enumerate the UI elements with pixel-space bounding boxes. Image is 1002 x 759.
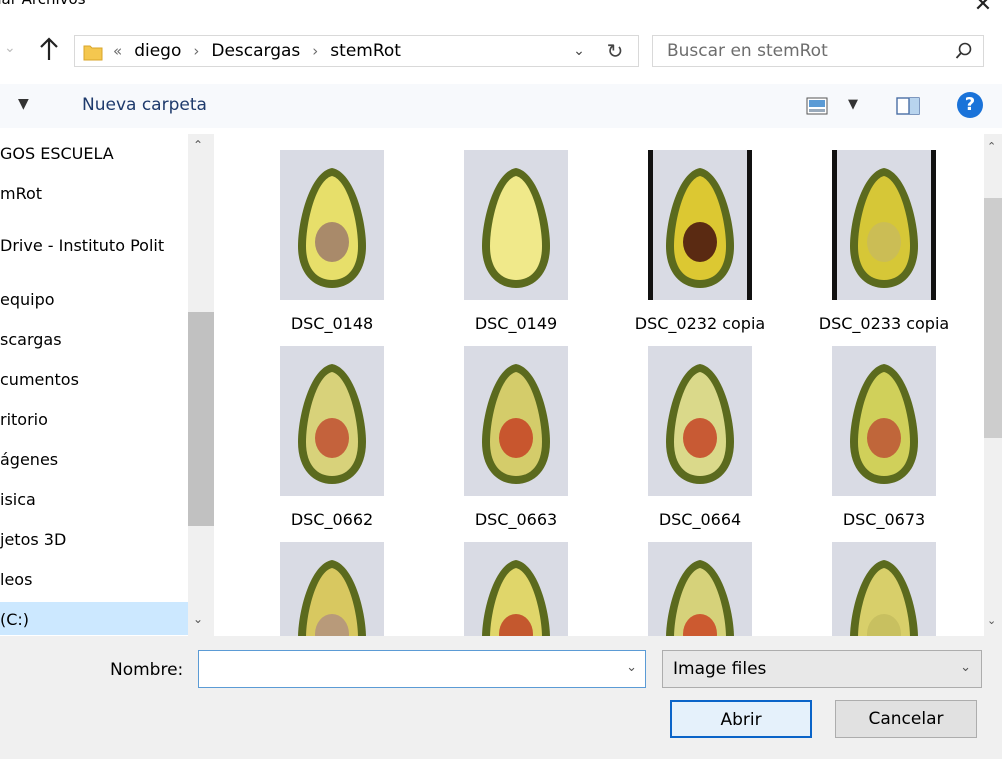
file-tile[interactable]: DSC_0663	[418, 330, 602, 529]
file-tile[interactable]	[234, 526, 418, 636]
file-name-input[interactable]: ⌄	[198, 650, 646, 688]
title-bar: nar Archivos ✕	[0, 0, 1002, 26]
sidebar-item[interactable]: ágenes	[0, 450, 58, 469]
breadcrumb-item-descargas[interactable]: Descargas	[211, 41, 300, 61]
command-toolbar: ▼ Nueva carpeta ▼ ?	[0, 84, 1002, 128]
close-icon[interactable]: ✕	[970, 0, 996, 18]
folder-icon	[83, 45, 103, 61]
file-thumbnail-image	[648, 346, 752, 496]
sidebar-item[interactable]: leos	[0, 570, 32, 589]
cancel-button[interactable]: Cancelar	[835, 700, 977, 738]
address-dropdown-icon[interactable]: ⌄	[567, 40, 591, 62]
window-title: nar Archivos	[0, 0, 86, 8]
breadcrumb-item-stemrot[interactable]: stemRot	[330, 41, 401, 61]
file-tile[interactable]	[418, 526, 602, 636]
breadcrumb-separator-icon[interactable]: ›	[312, 42, 318, 60]
scroll-down-icon[interactable]: ⌄	[193, 612, 203, 626]
sidebar-item[interactable]: ritorio	[0, 410, 48, 429]
forward-chevron-icon[interactable]: ⌄	[4, 40, 16, 56]
file-tile[interactable]: DSC_0673	[786, 330, 970, 529]
new-folder-button[interactable]: Nueva carpeta	[82, 95, 207, 115]
sidebar-item[interactable]: Drive - Instituto Polit	[0, 236, 164, 255]
file-thumbnail-image	[832, 150, 936, 300]
dialog-footer: Nombre: ⌄ Image files ⌄ Abrir Cancelar	[0, 636, 1002, 759]
file-tile[interactable]: DSC_0233 copia	[786, 134, 970, 333]
file-tile[interactable]: DSC_0232 copia	[602, 134, 786, 333]
sidebar-item[interactable]: cumentos	[0, 370, 79, 389]
file-thumbnail-image	[648, 542, 752, 636]
sidebar-item[interactable]: jetos 3D	[0, 530, 66, 549]
file-thumbnail-image	[280, 346, 384, 496]
up-arrow-icon[interactable]	[38, 36, 60, 62]
open-button[interactable]: Abrir	[670, 700, 812, 738]
refresh-icon[interactable]: ↻	[603, 38, 627, 64]
help-icon[interactable]: ?	[957, 92, 983, 118]
search-placeholder: Buscar en stemRot	[667, 41, 828, 61]
file-tile[interactable]: DSC_0149	[418, 134, 602, 333]
sidebar-item[interactable]: equipo	[0, 290, 55, 309]
change-view-icon[interactable]	[806, 97, 828, 115]
file-thumbnail-image	[280, 150, 384, 300]
file-thumbnail-image	[832, 542, 936, 636]
file-name-dropdown-icon[interactable]: ⌄	[626, 660, 637, 675]
file-type-value: Image files	[673, 659, 767, 679]
file-thumbnail-image	[464, 542, 568, 636]
scrollbar-thumb[interactable]	[984, 198, 1002, 438]
file-grid-scrollbar[interactable]: ⌃ ⌄	[984, 134, 1002, 636]
view-options-dropdown-icon[interactable]: ▼	[848, 97, 858, 112]
preview-pane-icon[interactable]	[896, 96, 920, 116]
file-thumbnail-image	[832, 346, 936, 496]
file-thumbnail-image	[464, 150, 568, 300]
organize-dropdown-icon[interactable]: ▼	[18, 96, 29, 112]
file-tile[interactable]: DSC_0664	[602, 330, 786, 529]
file-thumbnail-image	[280, 542, 384, 636]
search-input[interactable]: Buscar en stemRot	[652, 35, 984, 67]
scroll-up-icon[interactable]: ⌃	[987, 140, 996, 153]
navigation-bar: ⌄ « diego › Descargas › stemRot ⌄ ↻ Busc…	[0, 30, 1002, 74]
file-tile[interactable]	[786, 526, 970, 636]
file-type-dropdown-icon[interactable]: ⌄	[960, 660, 971, 675]
breadcrumb-separator-icon[interactable]: ›	[193, 42, 199, 60]
scroll-up-icon[interactable]: ⌃	[193, 138, 203, 152]
file-thumbnail-image	[464, 346, 568, 496]
breadcrumb-overflow-icon[interactable]: «	[113, 42, 122, 60]
sidebar-scrollbar[interactable]: ⌃ ⌄	[188, 134, 214, 636]
file-name-label: Nombre:	[110, 660, 184, 680]
sidebar-item[interactable]: GOS ESCUELA	[0, 144, 114, 163]
file-type-select[interactable]: Image files ⌄	[662, 650, 982, 688]
sidebar-item[interactable]: isica	[0, 490, 36, 509]
breadcrumb: « diego › Descargas › stemRot	[113, 41, 401, 61]
sidebar-item[interactable]: mRot	[0, 184, 42, 203]
scroll-down-icon[interactable]: ⌄	[987, 614, 996, 627]
search-icon[interactable]	[955, 42, 973, 60]
file-tile[interactable]: DSC_0662	[234, 330, 418, 529]
file-tile[interactable]: DSC_0148	[234, 134, 418, 333]
file-tile[interactable]	[602, 526, 786, 636]
sidebar-item-drive-c[interactable]: (C:)	[0, 610, 29, 629]
navigation-pane: GOS ESCUELA mRot Drive - Instituto Polit…	[0, 134, 214, 636]
file-thumbnail-image	[648, 150, 752, 300]
scrollbar-thumb[interactable]	[188, 312, 214, 526]
breadcrumb-item-diego[interactable]: diego	[134, 41, 181, 61]
file-grid: DSC_0148 DSC_0149 DSC_0232 copia DSC_0233 c…	[216, 134, 982, 636]
address-bar[interactable]: « diego › Descargas › stemRot ⌄ ↻	[74, 35, 639, 67]
sidebar-item[interactable]: scargas	[0, 330, 62, 349]
